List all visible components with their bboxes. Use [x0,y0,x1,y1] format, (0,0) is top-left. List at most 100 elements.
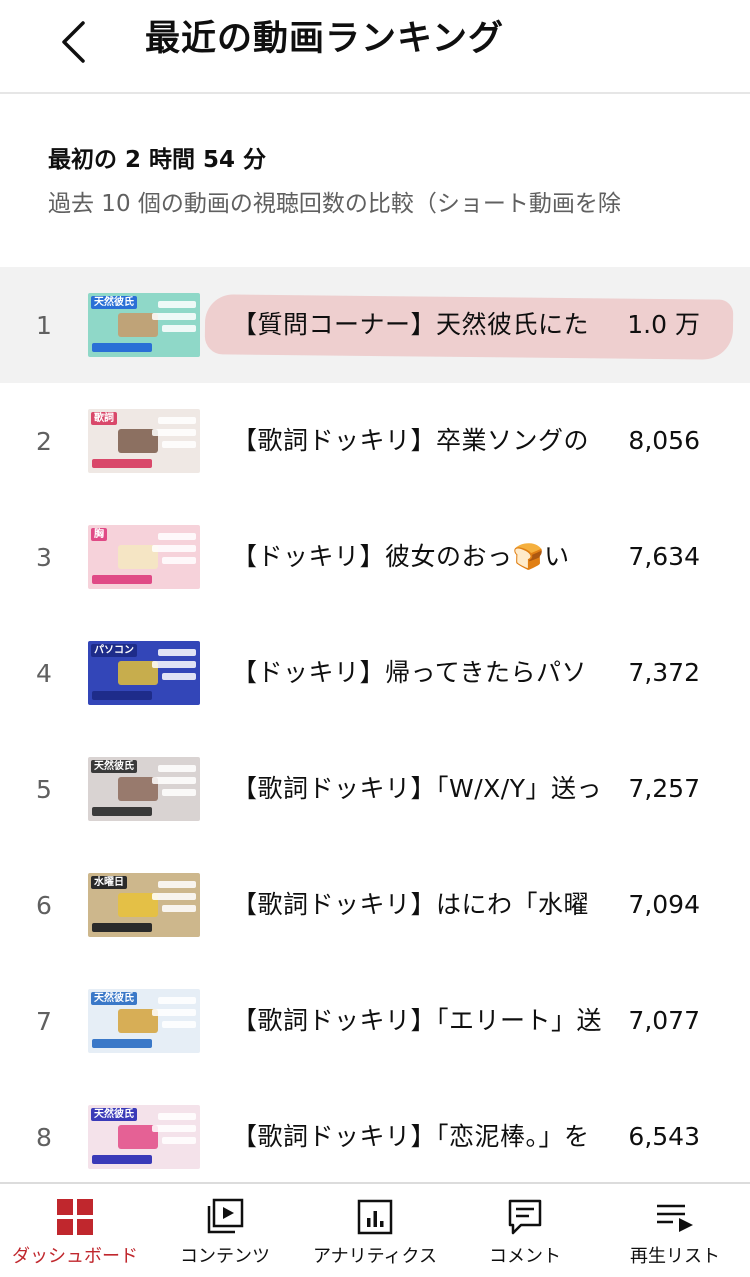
video-title: 【歌詞ドッキリ】卒業ソングの [232,426,590,455]
thumbnail-caption: 水曜日 [91,876,127,889]
ranking-row[interactable]: 7 天然彼氏【歌詞ドッキリ】「エリート」送 7,077 [0,963,750,1079]
video-title: 【ドッキリ】帰ってきたらパソ [232,658,588,687]
thumbnail-caption: パソコン [91,644,137,657]
thumbnail-caption: 天然彼氏 [91,296,137,309]
video-title: 【歌詞ドッキリ】「恋泥棒。」を [232,1122,590,1151]
thumbnail-bubble [162,557,196,564]
video-title: 【ドッキリ】彼女のおっ🍞い [232,542,570,571]
view-count: 7,257 [628,774,700,803]
thumbnail-bubble [152,893,196,900]
nav-item-analytics[interactable]: アナリティクス [300,1184,450,1277]
thumbnail-caption: 天然彼氏 [91,760,137,773]
rank-number: 5 [36,774,52,804]
thumbnail-bubble [158,649,196,656]
video-thumbnail[interactable]: 天然彼氏 [88,757,200,821]
back-button[interactable] [44,12,104,72]
thumbnail-bubble [158,765,196,772]
summary-subtitle: 過去 10 個の動画の視聴回数の比較（ショート動画を除 [48,191,621,217]
view-count: 1.0 万 [627,310,700,339]
view-count: 6,543 [628,1122,700,1151]
thumbnail-bubble [162,325,196,332]
ranking-row[interactable]: 8 天然彼氏【歌詞ドッキリ】「恋泥棒。」を 6,543 [0,1079,750,1195]
rank-number: 3 [36,542,52,572]
thumbnail-bubble [152,661,196,668]
video-thumbnail[interactable]: パソコン [88,641,200,705]
rank-number: 7 [36,1006,52,1036]
nav-item-comment[interactable]: コメント [450,1184,600,1277]
thumbnail-bubble [152,1009,196,1016]
nav-item-dashboard[interactable]: ダッシュボード [0,1184,150,1277]
view-count: 8,056 [628,426,700,455]
thumbnail-bubble [158,533,196,540]
thumbnail-bubble [152,545,196,552]
view-count: 7,077 [628,1006,700,1035]
thumbnail-footer [92,343,152,352]
video-thumbnail[interactable]: 天然彼氏 [88,1105,200,1169]
thumbnail-bubble [158,997,196,1004]
thumbnail-bubble [158,417,196,424]
rank-number: 4 [36,658,52,688]
thumbnail-bubble [158,301,196,308]
video-thumbnail[interactable]: 水曜日 [88,873,200,937]
chevron-left-icon [62,21,85,63]
nav-label: コメント [489,1246,561,1267]
ranking-row[interactable]: 4 パソコン【ドッキリ】帰ってきたらパソ 7,372 [0,615,750,731]
ranking-row[interactable]: 2 歌詞 【歌詞ドッキリ】卒業ソングの 8,056 [0,383,750,499]
thumbnail-bubble [162,789,196,796]
app-screen: 最近の動画ランキング 最初の 2 時間 54 分 過去 10 個の動画の視聴回数… [0,0,750,1277]
thumbnail-caption: 天然彼氏 [91,1108,137,1121]
thumbnail-bubble [162,673,196,680]
ranking-row[interactable]: 3 胸 【ドッキリ】彼女のおっ🍞い 7,634 [0,499,750,615]
nav-label: 再生リスト [630,1246,720,1267]
video-thumbnail[interactable]: 胸 [88,525,200,589]
dashboard-icon [55,1197,95,1237]
thumbnail-footer [92,1155,152,1164]
ranking-list: 1 天然彼氏 【質問コーナー】天然彼氏にた 1.0 万 2 歌詞 【歌詞ドッキリ】卒業ソング… [0,267,750,1195]
nav-label: アナリティクス [312,1246,438,1267]
video-thumbnail[interactable]: 天然彼氏 [88,989,200,1053]
thumbnail-bubble [158,1113,196,1120]
playlist-icon [655,1197,695,1237]
view-count: 7,634 [628,542,700,571]
thumbnail-bubble [152,429,196,436]
bottom-navigation: ダッシュボード コンテンツ アナリティクス コメント 再生リスト [0,1182,750,1277]
analytics-icon [355,1197,395,1237]
page-title: 最近の動画ランキング [145,19,504,59]
content-icon [205,1197,245,1237]
video-thumbnail[interactable]: 歌詞 [88,409,200,473]
summary-section: 最初の 2 時間 54 分 過去 10 個の動画の視聴回数の比較（ショート動画を… [48,142,738,222]
thumbnail-bubble [162,1137,196,1144]
nav-item-playlist[interactable]: 再生リスト [600,1184,750,1277]
ranking-row[interactable]: 6 水曜日【歌詞ドッキリ】はにわ「水曜 7,094 [0,847,750,963]
video-title: 【質問コーナー】天然彼氏にた [232,310,590,339]
thumbnail-footer [92,923,152,932]
nav-label: コンテンツ [180,1246,270,1267]
thumbnail-caption: 歌詞 [91,412,117,425]
thumbnail-footer [92,459,152,468]
thumbnail-bubble [162,905,196,912]
thumbnail-caption: 天然彼氏 [91,992,137,1005]
comment-icon [505,1197,545,1237]
ranking-row[interactable]: 1 天然彼氏【質問コーナー】天然彼氏にた 1.0 万 [0,267,750,383]
video-title: 【歌詞ドッキリ】「エリート」送 [232,1006,603,1035]
thumbnail-bubble [162,441,196,448]
thumbnail-bubble [152,777,196,784]
view-count: 7,372 [628,658,700,687]
view-count: 7,094 [628,890,700,919]
thumbnail-footer [92,807,152,816]
rank-number: 1 [36,310,52,340]
rank-number: 8 [36,1122,52,1152]
header-bar: 最近の動画ランキング [0,0,750,94]
thumbnail-bubble [152,313,196,320]
thumbnail-footer [92,575,152,584]
thumbnail-bubble [152,1125,196,1132]
summary-title: 最初の 2 時間 54 分 [48,147,267,173]
nav-item-content[interactable]: コンテンツ [150,1184,300,1277]
rank-number: 6 [36,890,52,920]
video-title: 【歌詞ドッキリ】はにわ「水曜 [232,890,590,919]
nav-label: ダッシュボード [12,1246,138,1267]
thumbnail-footer [92,691,152,700]
ranking-row[interactable]: 5 天然彼氏 【歌詞ドッキリ】「W/X/Y」送っ 7,257 [0,731,750,847]
thumbnail-bubble [158,881,196,888]
video-thumbnail[interactable]: 天然彼氏 [88,293,200,357]
